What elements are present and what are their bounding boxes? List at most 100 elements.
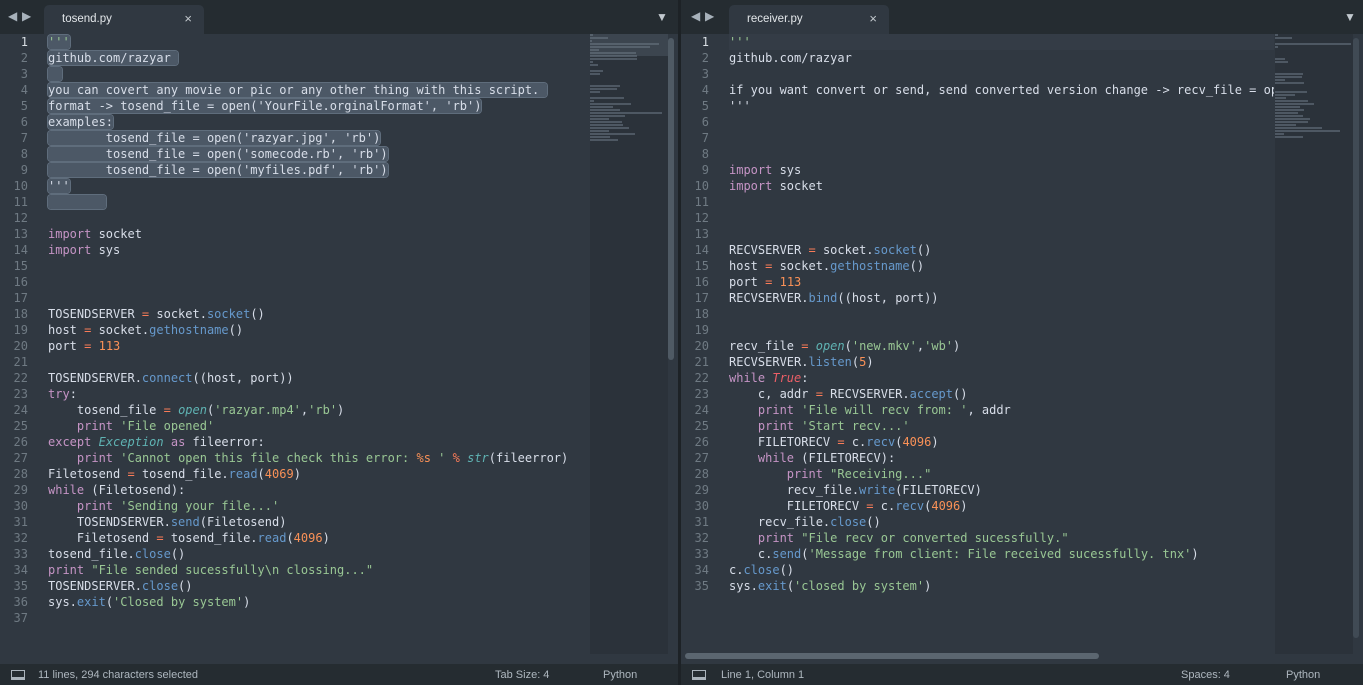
code-token: tosend_file = open('myfiles.pdf', 'rb') bbox=[48, 163, 388, 177]
line-number: 18 bbox=[13, 307, 28, 321]
code-token: try bbox=[48, 387, 70, 401]
line-number: 34 bbox=[694, 563, 709, 577]
vertical-scrollbar[interactable] bbox=[1353, 38, 1359, 638]
line-number: 23 bbox=[694, 387, 709, 401]
syntax-indicator[interactable]: Python bbox=[603, 669, 637, 681]
nav-back-icon[interactable]: ◀ bbox=[691, 9, 700, 23]
code-token: TOSENDSERVER. bbox=[48, 515, 171, 529]
code-line: FILETORECV = c.recv(4096) bbox=[729, 434, 1274, 450]
code-line: Filetosend = tosend_file.read(4096) bbox=[48, 530, 568, 546]
code-token: () bbox=[178, 579, 193, 593]
tab-menu-chevron-icon[interactable]: ▼ bbox=[1344, 10, 1356, 24]
tab-tosend-py[interactable]: tosend.py × bbox=[44, 5, 204, 34]
line-number: 24 bbox=[694, 403, 709, 417]
line-number: 22 bbox=[694, 371, 709, 385]
code-line: ''' bbox=[729, 34, 1274, 50]
line-number: 1 bbox=[701, 35, 709, 49]
minimap-line bbox=[590, 70, 603, 72]
code-token: import bbox=[729, 163, 773, 177]
line-number: 34 bbox=[13, 563, 28, 577]
tab-close-icon[interactable]: × bbox=[184, 11, 192, 26]
line-number: 17 bbox=[13, 291, 28, 305]
code-token: 'razyar.mp4' bbox=[214, 403, 301, 417]
code-line: sys.exit('Closed by system') bbox=[48, 594, 568, 610]
tab-menu-chevron-icon[interactable]: ▼ bbox=[656, 10, 668, 24]
code-token: close bbox=[830, 515, 867, 529]
code-line: while True: bbox=[729, 370, 1274, 386]
tab-receiver-py[interactable]: receiver.py × bbox=[729, 5, 889, 34]
code-token: close bbox=[141, 579, 179, 593]
panel-toggle-icon[interactable] bbox=[11, 670, 25, 680]
line-number: 21 bbox=[694, 355, 709, 369]
code-token: print bbox=[76, 499, 114, 513]
code-token: listen bbox=[808, 355, 852, 369]
code-token: () bbox=[250, 307, 265, 321]
code-line: import sys bbox=[48, 242, 568, 258]
line-number: 28 bbox=[694, 467, 709, 481]
code-token: gethostname bbox=[830, 259, 910, 273]
code-token: print bbox=[76, 419, 114, 433]
code-line: FILETORECV = c.recv(4096) bbox=[729, 498, 1274, 514]
line-number: 12 bbox=[13, 211, 28, 225]
code-token: c. bbox=[729, 563, 744, 577]
code-token: ( bbox=[851, 355, 860, 369]
minimap-line bbox=[1275, 94, 1295, 96]
code-token: ( bbox=[801, 547, 809, 561]
code-token: True bbox=[772, 371, 802, 385]
horizontal-scrollbar[interactable] bbox=[685, 653, 1099, 659]
line-number: 31 bbox=[13, 515, 28, 529]
code-token: ((host, port)) bbox=[837, 291, 939, 305]
tab-close-icon[interactable]: × bbox=[869, 11, 877, 26]
code-line: print "File recv or converted sucessfull… bbox=[729, 530, 1274, 546]
line-number: 13 bbox=[694, 227, 709, 241]
line-number: 23 bbox=[13, 387, 28, 401]
line-number: 30 bbox=[694, 499, 709, 513]
code-token: tosend_file. bbox=[134, 467, 229, 481]
code-token: = bbox=[156, 531, 164, 545]
code-token: () bbox=[866, 515, 881, 529]
code-token: RECVSERVER. bbox=[729, 291, 809, 305]
code-line: ''' bbox=[729, 98, 1274, 114]
nav-forward-icon[interactable]: ▶ bbox=[22, 9, 31, 23]
nav-forward-icon[interactable]: ▶ bbox=[705, 9, 714, 23]
line-number: 30 bbox=[13, 499, 28, 513]
code-token: ( bbox=[105, 595, 114, 609]
line-number: 27 bbox=[13, 451, 28, 465]
panel-toggle-icon[interactable] bbox=[692, 670, 706, 680]
code-token: gethostname bbox=[149, 323, 229, 337]
code-line: ''' bbox=[48, 178, 568, 194]
minimap-line bbox=[590, 61, 593, 63]
line-number: 21 bbox=[13, 355, 28, 369]
code-editor-receiver[interactable]: ''' github.com/razyar if you want convert … bbox=[729, 34, 1274, 594]
code-token: tosend_file bbox=[48, 403, 164, 417]
minimap[interactable] bbox=[590, 34, 668, 654]
nav-back-icon[interactable]: ◀ bbox=[8, 9, 17, 23]
code-line: tosend_file = open('myfiles.pdf', 'rb') bbox=[48, 162, 568, 178]
code-token: 'rb' bbox=[308, 403, 338, 417]
minimap[interactable] bbox=[1275, 34, 1353, 654]
line-number: 20 bbox=[13, 339, 28, 353]
line-number: 5 bbox=[20, 99, 28, 113]
indentation-indicator[interactable]: Spaces: 4 bbox=[1181, 669, 1230, 681]
vertical-scrollbar[interactable] bbox=[668, 38, 674, 360]
code-editor-tosend[interactable]: ''' github.com/razyar you can covert any … bbox=[48, 34, 568, 626]
minimap-line bbox=[590, 106, 613, 108]
code-token: ''' bbox=[48, 35, 70, 49]
tab-size-indicator[interactable]: Tab Size: 4 bbox=[495, 669, 549, 681]
code-token: send bbox=[170, 515, 200, 529]
line-number: 37 bbox=[13, 611, 28, 625]
code-token: host bbox=[48, 323, 85, 337]
syntax-indicator[interactable]: Python bbox=[1286, 669, 1320, 681]
code-line: Filetosend = tosend_file.read(4069) bbox=[48, 466, 568, 482]
minimap-line bbox=[590, 100, 594, 102]
code-token: tosend_file. bbox=[48, 547, 135, 561]
